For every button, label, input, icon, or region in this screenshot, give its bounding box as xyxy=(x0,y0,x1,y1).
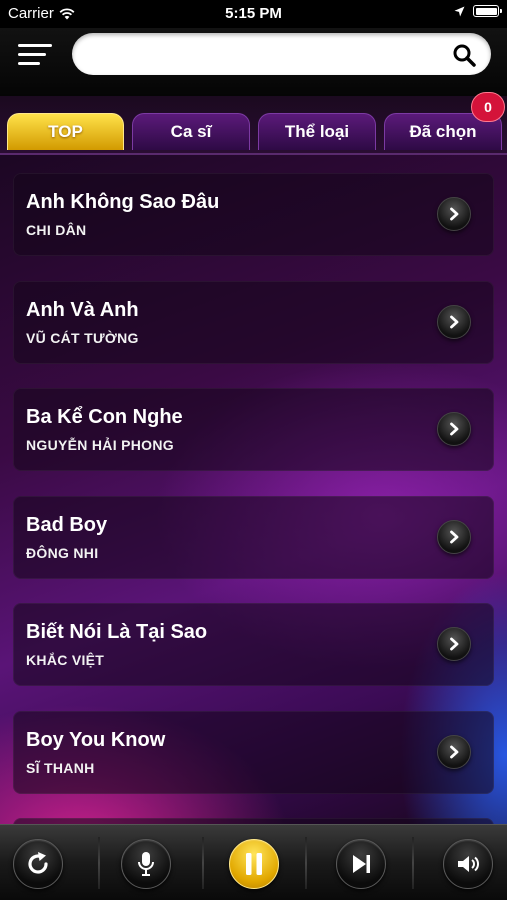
location-icon xyxy=(454,6,465,16)
tab-label: Thể loại xyxy=(284,122,350,141)
search-input[interactable] xyxy=(72,33,491,75)
chevron-right-icon[interactable] xyxy=(437,627,471,661)
volume-button[interactable] xyxy=(443,839,493,889)
song-artist: VŨ CÁT TƯỜNG xyxy=(26,330,139,346)
song-artist: NGUYỄN HẢI PHONG xyxy=(26,437,174,453)
list-item[interactable]: Biết Nói Là Tại Sao KHẮC VIỆT xyxy=(13,603,494,686)
player-controls xyxy=(0,824,507,900)
menu-line xyxy=(18,53,46,56)
clock: 5:15 PM xyxy=(225,5,282,22)
divider xyxy=(202,837,204,889)
list-item[interactable]: Anh Và Anh VŨ CÁT TƯỜNG xyxy=(13,281,494,364)
tab-bar: TOP Ca sĩ Thể loại Đã chọn xyxy=(0,96,507,154)
tab-top[interactable]: TOP xyxy=(7,113,124,150)
chevron-right-icon[interactable] xyxy=(437,412,471,446)
list-item[interactable]: Ba Kể Con Nghe NGUYỄN HẢI PHONG xyxy=(13,388,494,471)
song-title: Boy You Know xyxy=(26,729,166,751)
divider xyxy=(305,837,307,889)
volume-icon xyxy=(458,856,479,872)
divider xyxy=(98,837,100,889)
tab-singers[interactable]: Ca sĩ xyxy=(132,113,250,150)
song-artist: SĨ THANH xyxy=(26,760,95,776)
replay-icon xyxy=(28,852,48,874)
list-item[interactable]: Anh Không Sao Đâu CHI DÂN xyxy=(13,173,494,256)
song-title: Biết Nói Là Tại Sao xyxy=(26,621,208,643)
song-title: Anh Và Anh xyxy=(26,299,139,321)
microphone-button[interactable] xyxy=(121,839,171,889)
menu-button[interactable] xyxy=(18,42,54,68)
list-item[interactable]: Bad Boy ĐÔNG NHI xyxy=(13,496,494,579)
menu-line xyxy=(18,62,40,65)
chevron-right-icon[interactable] xyxy=(437,735,471,769)
microphone-icon xyxy=(138,852,154,876)
pause-button[interactable] xyxy=(229,839,279,889)
status-right xyxy=(454,5,502,17)
tab-label: Ca sĩ xyxy=(170,122,212,141)
chevron-right-icon[interactable] xyxy=(437,305,471,339)
menu-line xyxy=(18,44,52,47)
chevron-right-icon[interactable] xyxy=(437,197,471,231)
song-title: Ba Kể Con Nghe xyxy=(26,406,183,428)
list-item[interactable]: Boy You Know SĨ THANH xyxy=(13,711,494,794)
header xyxy=(0,28,507,96)
selected-count-badge: 0 xyxy=(471,92,505,122)
song-list: Anh Không Sao Đâu CHI DÂN Anh Và Anh VŨ … xyxy=(0,153,507,824)
replay-button[interactable] xyxy=(13,839,63,889)
song-title: Anh Không Sao Đâu xyxy=(26,191,220,213)
song-artist: CHI DÂN xyxy=(26,222,87,238)
song-artist: ĐÔNG NHI xyxy=(26,545,99,561)
tab-label: TOP xyxy=(48,122,83,141)
tab-genres[interactable]: Thể loại xyxy=(258,113,376,150)
tab-label: Đã chọn xyxy=(409,122,477,141)
pause-icon xyxy=(246,853,262,875)
song-title: Bad Boy xyxy=(26,514,108,536)
status-bar: Carrier 5:15 PM xyxy=(0,0,507,28)
chevron-right-icon[interactable] xyxy=(437,520,471,554)
battery-icon xyxy=(473,5,502,17)
song-artist: KHẮC VIỆT xyxy=(26,652,105,668)
skip-next-icon xyxy=(353,855,370,873)
search-icon[interactable] xyxy=(452,43,476,67)
divider xyxy=(412,837,414,889)
skip-next-button[interactable] xyxy=(336,839,386,889)
